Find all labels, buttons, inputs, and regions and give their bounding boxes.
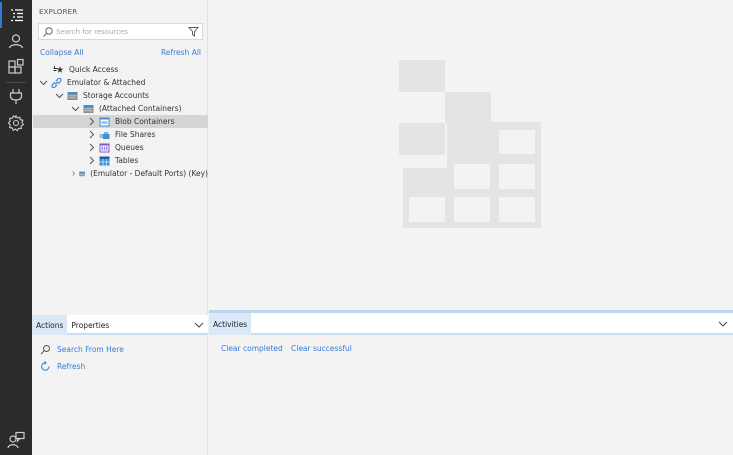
clear-completed-link[interactable]: Clear completed xyxy=(221,344,283,353)
tree-item-emulator-default-ports[interactable]: (Emulator - Default Ports) (Key) xyxy=(33,167,208,180)
action-label: Refresh xyxy=(57,362,86,371)
search-icon xyxy=(43,26,53,37)
chevron-right-icon[interactable] xyxy=(87,117,96,126)
tab-properties[interactable]: Properties xyxy=(67,315,113,335)
tree-label: Emulator & Attached xyxy=(67,78,146,87)
tree-label: Storage Accounts xyxy=(83,91,149,100)
tree-label: (Attached Containers) xyxy=(99,104,182,113)
tree-label: (Emulator - Default Ports) (Key) xyxy=(90,169,208,178)
tree-label: Queues xyxy=(115,143,144,152)
search-from-here-action[interactable]: Search From Here xyxy=(40,344,124,355)
actions-panel: Actions Properties Search From Here Refr… xyxy=(32,313,208,455)
tree-item-storage-accounts[interactable]: Storage Accounts xyxy=(33,89,208,102)
link-icon xyxy=(51,77,62,88)
clear-successful-link[interactable]: Clear successful xyxy=(291,344,352,353)
plug-icon xyxy=(9,89,23,104)
refresh-all-link[interactable]: Refresh All xyxy=(161,48,201,57)
action-label: Search From Here xyxy=(57,345,124,354)
tree-item-quick-access[interactable]: Quick Access xyxy=(33,63,208,76)
extensions-icon xyxy=(8,58,24,74)
storage-account-icon xyxy=(67,91,78,100)
tree-item-attached-containers[interactable]: (Attached Containers) xyxy=(33,102,208,115)
chevron-down-icon[interactable] xyxy=(718,319,728,329)
explorer-activity-button[interactable] xyxy=(0,2,32,28)
tab-activities[interactable]: Activities xyxy=(209,313,252,335)
actions-panel-tabs: Actions Properties xyxy=(32,315,208,335)
storage-explorer-watermark-icon xyxy=(399,60,541,228)
tree-label: Quick Access xyxy=(69,65,119,74)
chevron-down-icon[interactable] xyxy=(71,104,80,113)
chevron-down-icon[interactable] xyxy=(39,78,48,87)
table-icon xyxy=(99,156,110,165)
tree-item-tables[interactable]: Tables xyxy=(33,154,208,167)
tree-label: Tables xyxy=(115,156,139,165)
explorer-title: EXPLORER xyxy=(39,8,78,16)
search-box[interactable] xyxy=(38,23,203,40)
settings-activity-button[interactable] xyxy=(0,110,32,136)
activity-bar xyxy=(0,0,32,455)
main-content-area xyxy=(209,0,733,310)
explorer-panel: EXPLORER Collapse All Refresh All Quick … xyxy=(32,0,208,313)
tree-label: File Shares xyxy=(115,130,156,139)
storage-account-icon xyxy=(83,104,94,113)
activities-panel-tabs: Activities xyxy=(209,313,733,335)
person-icon xyxy=(8,34,24,49)
filter-icon[interactable] xyxy=(188,26,199,37)
chevron-right-icon[interactable] xyxy=(87,156,96,165)
account-activity-button[interactable] xyxy=(0,28,32,54)
refresh-icon xyxy=(41,361,50,371)
refresh-action[interactable]: Refresh xyxy=(40,361,85,372)
activities-panel: Activities Clear completed Clear success… xyxy=(209,313,733,455)
chevron-down-icon[interactable] xyxy=(55,91,64,100)
search-input[interactable] xyxy=(56,27,186,36)
tree-item-queues[interactable]: Queues xyxy=(33,141,208,154)
tree-item-emulator-attached[interactable]: Emulator & Attached xyxy=(33,76,208,89)
storage-account-icon xyxy=(79,171,85,176)
collapse-all-link[interactable]: Collapse All xyxy=(40,48,84,57)
explorer-list-icon xyxy=(11,9,23,22)
feedback-icon xyxy=(7,431,25,449)
file-share-icon xyxy=(99,131,110,139)
tree-item-file-shares[interactable]: File Shares xyxy=(33,128,208,141)
queue-icon xyxy=(99,143,110,152)
tree-item-blob-containers[interactable]: Blob Containers xyxy=(33,115,208,128)
search-icon xyxy=(40,345,50,355)
tree-label: Blob Containers xyxy=(115,117,175,126)
chevron-right-icon[interactable] xyxy=(71,169,76,178)
quick-access-icon xyxy=(53,65,64,73)
chevron-right-icon[interactable] xyxy=(87,130,96,139)
gear-icon xyxy=(7,114,25,132)
chevron-right-icon[interactable] xyxy=(87,143,96,152)
chevron-down-icon[interactable] xyxy=(194,320,204,330)
feedback-activity-button[interactable] xyxy=(0,427,32,453)
connect-activity-button[interactable] xyxy=(0,83,32,109)
tab-actions[interactable]: Actions xyxy=(32,315,68,335)
extensions-activity-button[interactable] xyxy=(0,54,32,80)
blob-container-icon xyxy=(99,117,110,126)
